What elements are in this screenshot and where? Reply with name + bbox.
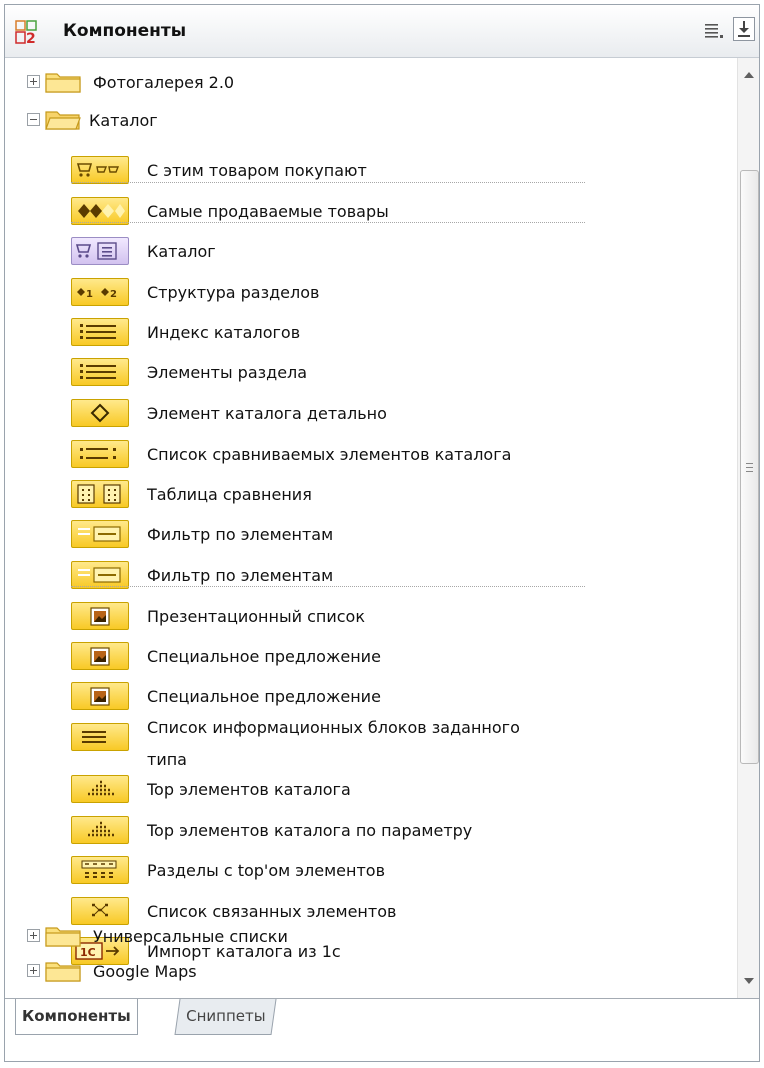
tab-components-label: Компоненты bbox=[22, 1007, 131, 1025]
diamonds-icon bbox=[71, 197, 129, 225]
component-item[interactable]: Фильтр по элементам bbox=[5, 557, 737, 595]
component-item[interactable]: 1 2 Структура разделов bbox=[5, 274, 737, 312]
tree-group[interactable]: Универсальные списки bbox=[5, 918, 737, 956]
components-panel: 2 Компоненты Фотогалерея 2.0 Каталог С эти… bbox=[4, 4, 760, 1062]
tab-components[interactable]: Компоненты bbox=[15, 999, 138, 1035]
component-item[interactable]: Специальное предложение bbox=[5, 638, 737, 676]
component-item-label: Таблица сравнения bbox=[147, 485, 312, 504]
tree-group[interactable]: Фотогалерея 2.0 bbox=[5, 64, 737, 102]
component-item[interactable]: Презентационный список bbox=[5, 598, 737, 636]
tree-group-label: Google Maps bbox=[93, 962, 197, 981]
bottom-tabs: Компоненты Сниппеты bbox=[5, 998, 759, 1061]
scroll-down-arrow-icon[interactable] bbox=[744, 978, 754, 984]
collapse-toggle-icon[interactable] bbox=[27, 113, 40, 126]
download-icon bbox=[738, 21, 750, 37]
component-item-label: Каталог bbox=[147, 242, 216, 261]
component-item[interactable]: Top элементов каталога bbox=[5, 771, 737, 809]
tree-group-label: Универсальные списки bbox=[93, 927, 288, 946]
dotted-separator bbox=[71, 586, 585, 587]
panel-title: Компоненты bbox=[63, 21, 187, 41]
component-item[interactable]: Top элементов каталога по параметру bbox=[5, 812, 737, 850]
numbered-sections-icon: 12 bbox=[71, 278, 129, 306]
svg-text:2: 2 bbox=[110, 289, 117, 300]
component-item-label: Список информационных блоков заданного bbox=[147, 718, 520, 737]
picture-icon bbox=[71, 602, 129, 630]
sections-top-icon bbox=[71, 856, 129, 884]
component-item[interactable]: Каталог bbox=[5, 233, 737, 271]
scrollbar-thumb[interactable] bbox=[740, 170, 759, 764]
folder-icon bbox=[45, 927, 81, 947]
expand-toggle-icon[interactable] bbox=[27, 929, 40, 942]
component-item-label: Специальное предложение bbox=[147, 687, 381, 706]
component-item-label: Разделы с top'ом элементов bbox=[147, 861, 386, 880]
folder-icon bbox=[45, 962, 81, 982]
component-item[interactable]: Список информационных блоков заданного ти… bbox=[5, 718, 737, 769]
tree-group-label: Фотогалерея 2.0 bbox=[93, 73, 235, 92]
component-item-label: Top элементов каталога bbox=[147, 780, 351, 799]
picture-icon bbox=[71, 682, 129, 710]
svg-text:2: 2 bbox=[26, 31, 36, 44]
panel-header: 2 Компоненты bbox=[5, 5, 759, 58]
component-item-label: Фильтр по элементам bbox=[147, 525, 334, 544]
component-item[interactable]: Фильтр по элементам bbox=[5, 516, 737, 554]
component-item-label-line2: типа bbox=[147, 750, 187, 769]
list-menu-icon[interactable] bbox=[703, 20, 725, 42]
component-item[interactable]: Элемент каталога детально bbox=[5, 395, 737, 433]
component-item-label: С этим товаром покупают bbox=[147, 161, 367, 180]
component-item-label: Фильтр по элементам bbox=[147, 566, 334, 585]
list-icon bbox=[71, 358, 129, 386]
component-item[interactable]: Список сравниваемых элементов каталога bbox=[5, 436, 737, 474]
component-item[interactable]: Индекс каталогов bbox=[5, 314, 737, 352]
top-pyramid-icon bbox=[71, 775, 129, 803]
component-item[interactable]: Элементы раздела bbox=[5, 354, 737, 392]
component-item-label: Специальное предложение bbox=[147, 647, 381, 666]
lines-icon bbox=[71, 723, 129, 751]
folder-open-icon bbox=[45, 111, 81, 130]
tree-group-label: Каталог bbox=[89, 111, 158, 130]
dotted-separator bbox=[71, 222, 585, 223]
filter-icon bbox=[71, 520, 129, 548]
vertical-scrollbar[interactable] bbox=[737, 58, 759, 998]
components-tree: Фотогалерея 2.0 Каталог С этим товаром пок… bbox=[5, 58, 737, 998]
tree-group[interactable]: Google Maps bbox=[5, 953, 737, 991]
component-item-label: Презентационный список bbox=[147, 607, 365, 626]
list-icon bbox=[71, 318, 129, 346]
compare-table-icon bbox=[71, 480, 129, 508]
folder-icon bbox=[45, 73, 81, 93]
scroll-up-arrow-icon[interactable] bbox=[744, 72, 754, 78]
tab-snippets-label: Сниппеты bbox=[186, 1007, 266, 1025]
top-pyramid-icon bbox=[71, 816, 129, 844]
svg-text:1: 1 bbox=[86, 289, 93, 300]
tree-group-expanded[interactable]: Каталог bbox=[5, 102, 737, 140]
component-item-label: Top элементов каталога по параметру bbox=[147, 821, 473, 840]
expand-toggle-icon[interactable] bbox=[27, 75, 40, 88]
component-item[interactable]: Разделы с top'ом элементов bbox=[5, 852, 737, 890]
cart-with-products-icon bbox=[71, 156, 129, 184]
component-item-label: Самые продаваемые товары bbox=[147, 202, 389, 221]
component-item-label: Индекс каталогов bbox=[147, 323, 301, 342]
component-item-label: Элемент каталога детально bbox=[147, 404, 387, 423]
component-item-label: Структура разделов bbox=[147, 283, 320, 302]
bitrix-2-logo-icon: 2 bbox=[15, 20, 37, 44]
download-button[interactable] bbox=[733, 17, 755, 41]
component-item-label: Элементы раздела bbox=[147, 363, 308, 382]
component-item-label: Список сравниваемых элементов каталога bbox=[147, 445, 512, 464]
tab-snippets[interactable]: Сниппеты bbox=[174, 999, 277, 1035]
component-item[interactable]: Самые продаваемые товары bbox=[5, 193, 737, 231]
picture-icon bbox=[71, 642, 129, 670]
filter-icon bbox=[71, 561, 129, 589]
compare-list-icon bbox=[71, 440, 129, 468]
grip-icon bbox=[746, 463, 753, 472]
component-item[interactable]: С этим товаром покупают bbox=[5, 152, 737, 190]
diamond-outline-icon bbox=[71, 399, 129, 427]
expand-toggle-icon[interactable] bbox=[27, 964, 40, 977]
component-item[interactable]: Таблица сравнения bbox=[5, 476, 737, 514]
component-item[interactable]: Специальное предложение bbox=[5, 678, 737, 716]
catalog-cart-list-icon bbox=[71, 237, 129, 265]
dotted-separator bbox=[71, 182, 585, 183]
